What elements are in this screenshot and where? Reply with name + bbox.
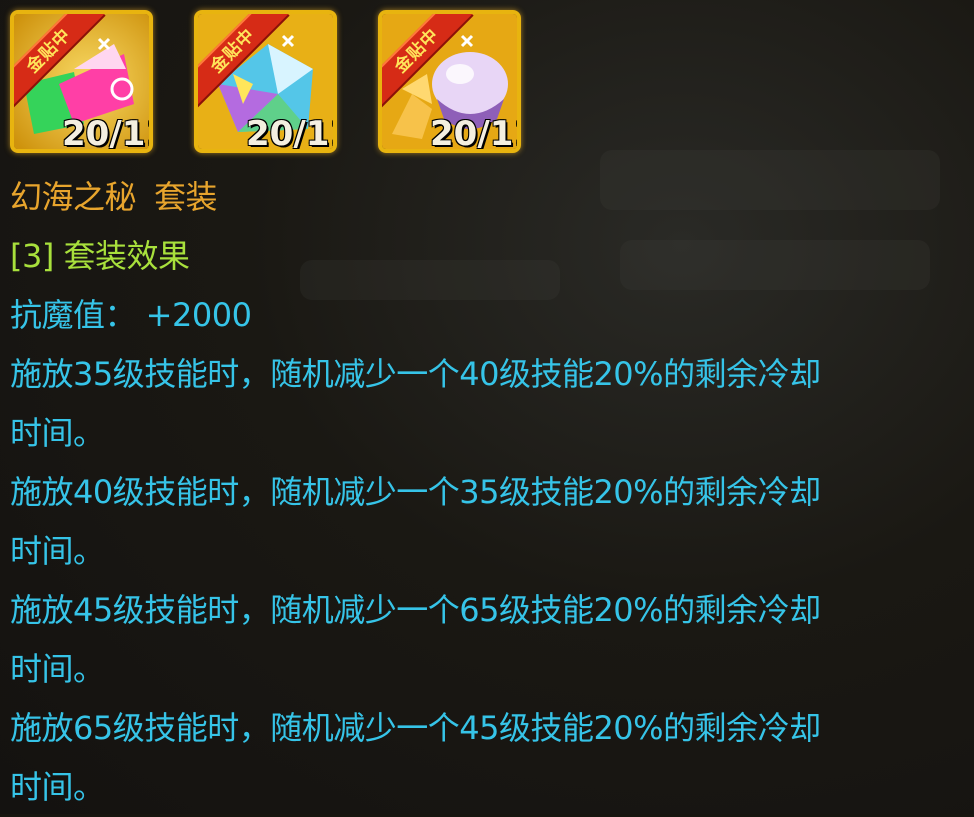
- set-suffix: 套装: [154, 178, 218, 216]
- set-effect-title: [3] 套装效果: [10, 237, 190, 275]
- set-item-slot-1[interactable]: 金贴中 20/11: [10, 10, 153, 153]
- effect-line: 施放65级技能时，随机减少一个45级技能20%的剩余冷却: [10, 709, 821, 747]
- effect-line-wrap: 时间。: [10, 650, 105, 688]
- item-count: 20/11: [62, 114, 149, 153]
- stat-line: 抗魔值： +2000: [10, 296, 252, 334]
- set-item-slot-3[interactable]: 金贴中 20/11: [378, 10, 521, 153]
- item-count: 20/11: [246, 114, 333, 153]
- effect-line: 施放45级技能时，随机减少一个65级技能20%的剩余冷却: [10, 591, 821, 629]
- item-count: 20/11: [430, 114, 517, 153]
- item-set-tooltip: 金贴中 20/11 金贴中 20/11: [0, 0, 974, 814]
- effect-line-wrap: 时间。: [10, 532, 105, 570]
- set-description: 幻海之秘 套装 [3] 套装效果 抗魔值： +2000 施放35级技能时，随机减少…: [10, 168, 964, 817]
- set-item-slot-2[interactable]: 金贴中 20/11: [194, 10, 337, 153]
- effect-line-wrap: 时间。: [10, 414, 105, 452]
- set-name-text: 幻海之秘: [10, 178, 137, 216]
- set-name: 幻海之秘 套装: [10, 168, 964, 227]
- effect-line: 施放40级技能时，随机减少一个35级技能20%的剩余冷却: [10, 473, 821, 511]
- effect-line: 施放35级技能时，随机减少一个40级技能20%的剩余冷却: [10, 355, 821, 393]
- effect-line-wrap: 时间。: [10, 768, 105, 806]
